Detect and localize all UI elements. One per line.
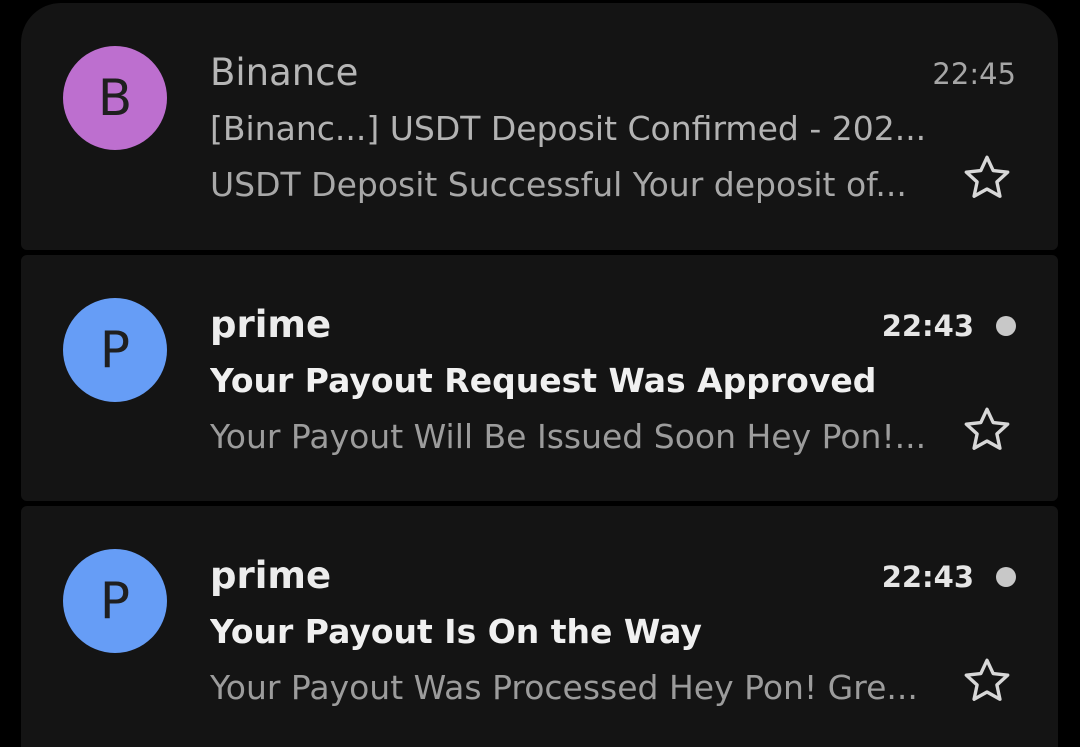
email-time: 22:45 bbox=[932, 57, 1016, 91]
email-list: B Binance 22:45 [Binanc...] USDT Deposit… bbox=[0, 0, 1080, 747]
email-subject: [Binanc...] USDT Deposit Confirmed - 202… bbox=[210, 109, 927, 148]
sender-name: Binance bbox=[210, 51, 359, 94]
email-time: 22:43 bbox=[881, 309, 974, 343]
avatar[interactable]: B bbox=[63, 46, 167, 150]
avatar[interactable]: P bbox=[63, 298, 167, 402]
email-item[interactable]: P prime 22:43 Your Payout Is On the Way … bbox=[21, 506, 1058, 747]
email-snippet: Your Payout Will Be Issued Soon Hey Pon!… bbox=[210, 417, 927, 456]
avatar[interactable]: P bbox=[63, 549, 167, 653]
email-snippet: USDT Deposit Successful Your deposit of.… bbox=[210, 165, 907, 204]
email-subject: Your Payout Is On the Way bbox=[210, 612, 702, 651]
unread-dot-icon bbox=[996, 567, 1016, 587]
email-snippet: Your Payout Was Processed Hey Pon! Gre..… bbox=[210, 668, 918, 707]
star-icon[interactable] bbox=[960, 654, 1014, 708]
email-item[interactable]: P prime 22:43 Your Payout Request Was Ap… bbox=[21, 255, 1058, 501]
star-icon[interactable] bbox=[960, 151, 1014, 205]
email-time: 22:43 bbox=[881, 560, 974, 594]
email-item[interactable]: B Binance 22:45 [Binanc...] USDT Deposit… bbox=[21, 3, 1058, 250]
email-subject: Your Payout Request Was Approved bbox=[210, 361, 877, 400]
sender-name: prime bbox=[210, 554, 332, 597]
sender-name: prime bbox=[210, 303, 332, 346]
unread-dot-icon bbox=[996, 316, 1016, 336]
star-icon[interactable] bbox=[960, 403, 1014, 457]
